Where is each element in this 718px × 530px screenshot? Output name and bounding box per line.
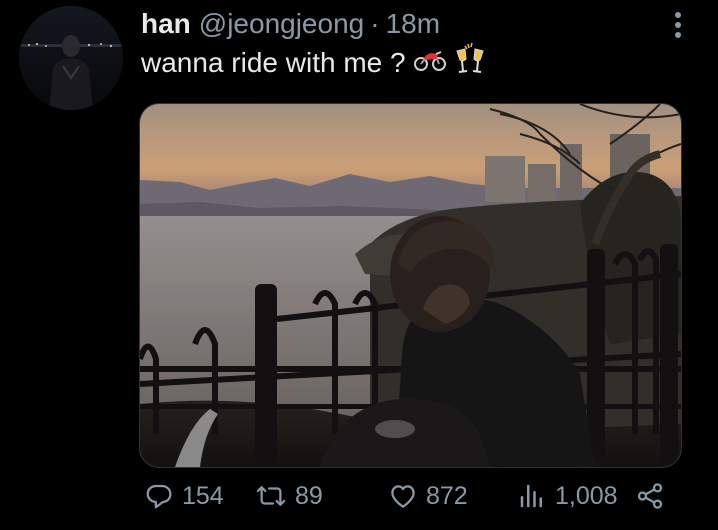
motorcycle-emoji — [413, 44, 446, 82]
like-button[interactable]: 872 — [388, 474, 468, 518]
tweet-media-photo[interactable] — [139, 103, 682, 468]
tweet-header: han @jeongjeong · 18m — [141, 6, 440, 42]
avatar[interactable] — [19, 6, 123, 110]
views-count: 1,008 — [555, 481, 618, 510]
reply-button[interactable]: 154 — [144, 474, 224, 518]
author-handle[interactable]: @jeongjeong — [199, 6, 364, 42]
avatar-image — [19, 6, 123, 110]
tweet-text-content: wanna ride with me ? — [141, 47, 406, 78]
tweet[interactable]: han @jeongjeong · 18m wanna ride with me… — [0, 0, 718, 530]
share-icon — [637, 483, 663, 509]
views-chart-icon — [520, 484, 542, 508]
timestamp[interactable]: 18m — [386, 6, 440, 42]
author-name[interactable]: han — [141, 6, 191, 42]
retweet-icon — [256, 486, 286, 506]
reply-icon — [146, 484, 172, 509]
separator-dot: · — [370, 8, 380, 39]
views-button[interactable]: 1,008 — [517, 474, 618, 518]
tweet-actions: 154 89 872 1,008 — [141, 474, 681, 518]
heart-icon — [391, 485, 415, 508]
reply-count: 154 — [182, 481, 224, 510]
like-count: 872 — [426, 481, 468, 510]
share-button[interactable] — [635, 474, 665, 518]
retweet-count: 89 — [295, 481, 323, 510]
clinking-glasses-emoji — [454, 41, 486, 85]
retweet-button[interactable]: 89 — [255, 474, 323, 518]
sunset-photo — [140, 104, 681, 467]
more-options-button[interactable] — [664, 8, 692, 42]
more-vertical-icon — [675, 12, 681, 38]
tweet-text: wanna ride with me ? — [141, 41, 486, 85]
